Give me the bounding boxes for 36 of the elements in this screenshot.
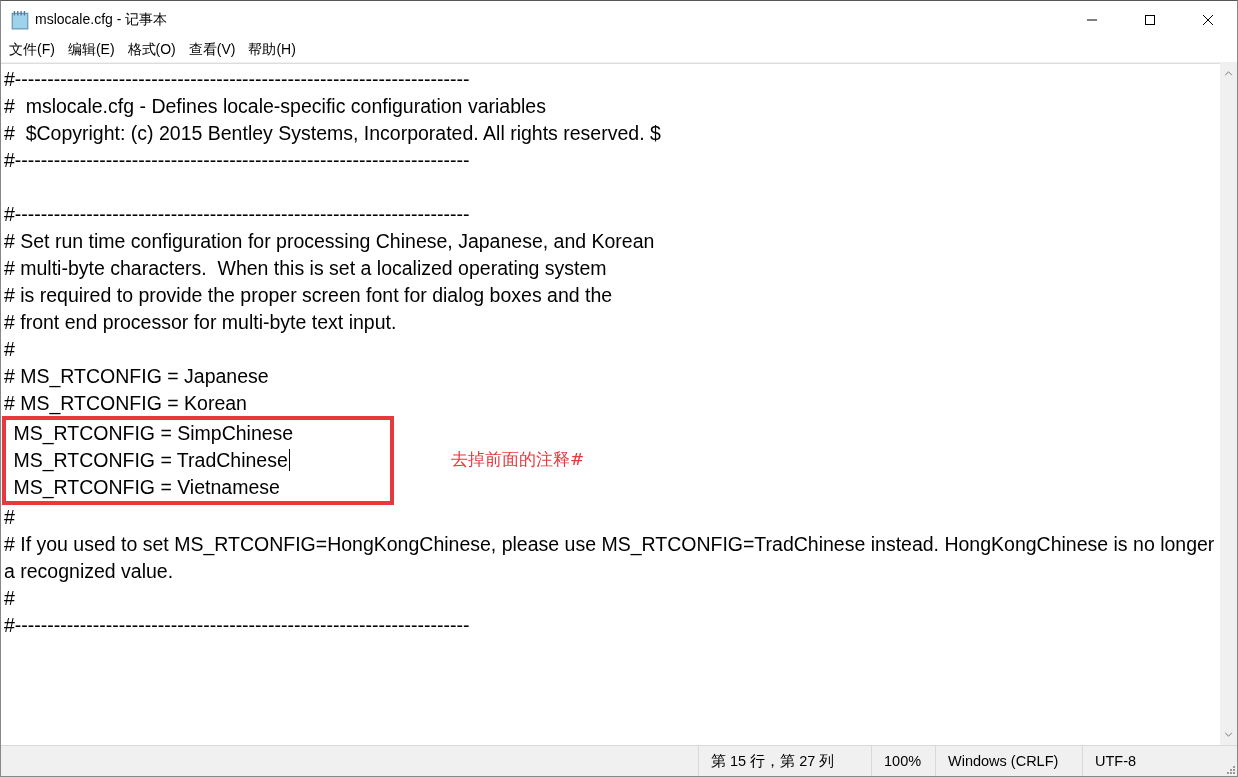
menu-item[interactable]: 格式(O) bbox=[119, 41, 181, 59]
resize-grip-icon[interactable] bbox=[1225, 764, 1235, 774]
code-line: #---------------------------------------------------------------------- bbox=[4, 68, 470, 90]
notepad-icon bbox=[11, 9, 29, 30]
code-line: # Set run time configuration for processing Chinese, Japanese, and Korean bbox=[4, 230, 655, 252]
scroll-up-icon[interactable] bbox=[1224, 71, 1233, 76]
scroll-down-icon[interactable] bbox=[1224, 732, 1233, 737]
menu-item[interactable]: 编辑(E) bbox=[59, 41, 120, 59]
code-line: # If you used to set MS_RTCONFIG=HongKongChinese, please use MS_RTCONFIG=TradChinese instead. HongKongChinese is no longer a recognized value. bbox=[4, 533, 1216, 582]
close-icon bbox=[1202, 13, 1214, 26]
code-line: # MS_RTCONFIG = Japanese bbox=[4, 365, 269, 387]
code-line: # is required to provide the proper screen font for dialog boxes and the bbox=[4, 284, 613, 306]
code-line: # MS_RTCONFIG = Korean bbox=[4, 392, 247, 414]
maximize-icon bbox=[1144, 13, 1156, 26]
annotation-note: 去掉前面的注释# bbox=[451, 448, 585, 471]
line-ending: Windows (CRLF) bbox=[935, 746, 1082, 776]
menu-item[interactable]: 帮助(H) bbox=[240, 41, 301, 59]
code-line: # mslocale.cfg - Defines locale-specific configuration variables bbox=[4, 95, 546, 117]
code-line: MS_RTCONFIG = TradChinese bbox=[8, 449, 290, 471]
code-line: #---------------------------------------------------------------------- bbox=[4, 149, 470, 171]
zoom-level: 100% bbox=[871, 746, 935, 776]
code-line: # bbox=[4, 506, 15, 528]
code-line: # $Copyright: (c) 2015 Bentley Systems, Incorporated. All rights reserved. $ bbox=[4, 122, 661, 144]
vertical-scrollbar[interactable] bbox=[1220, 63, 1237, 745]
code-line: MS_RTCONFIG = SimpChinese bbox=[12, 422, 294, 444]
window-title: mslocale.cfg - 记事本 bbox=[35, 10, 168, 29]
code-line: #---------------------------------------------------------------------- bbox=[4, 203, 470, 225]
menu-item[interactable]: 文件(F) bbox=[1, 41, 60, 59]
code-line: # front end processor for multi-byte text input. bbox=[4, 311, 397, 333]
code-line: MS_RTCONFIG = Vietnamese bbox=[12, 476, 280, 498]
menu-item[interactable]: 查看(V) bbox=[180, 41, 241, 59]
cursor-position: 第 15 行，第 27 列 bbox=[698, 746, 871, 776]
code-line: #---------------------------------------------------------------------- bbox=[4, 614, 470, 636]
code-line: # multi-byte characters. When this is set a localized operating system bbox=[4, 257, 607, 279]
code-line: # bbox=[4, 338, 15, 360]
code-line: # bbox=[4, 587, 15, 609]
